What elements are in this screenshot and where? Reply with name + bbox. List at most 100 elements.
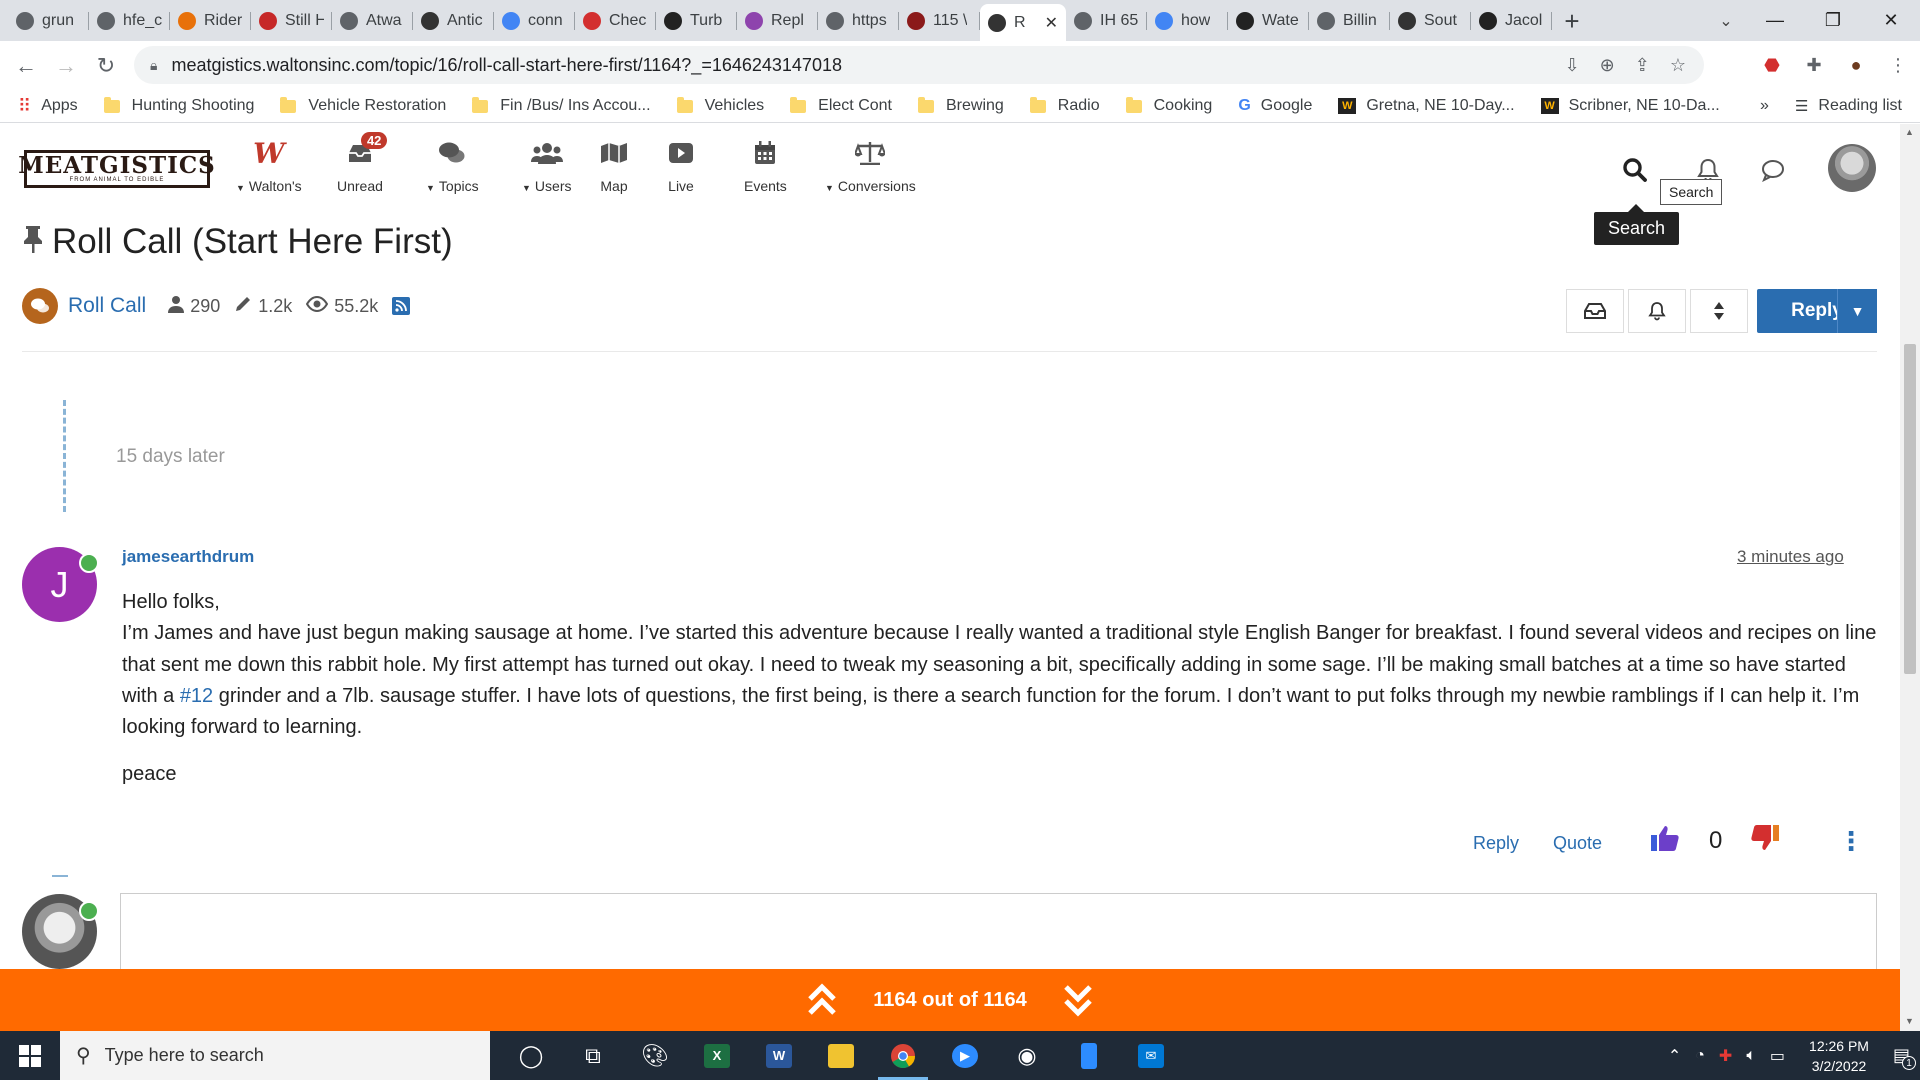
bookmark-item[interactable]: Vehicles bbox=[676, 96, 764, 115]
start-button[interactable] bbox=[0, 1031, 60, 1080]
excel-app-icon[interactable]: X bbox=[686, 1031, 748, 1080]
new-tab-button[interactable]: + bbox=[1552, 4, 1592, 38]
bookmark-item[interactable]: Hunting Shooting bbox=[103, 96, 254, 115]
paint-app-icon[interactable]: 🎨︎ bbox=[624, 1031, 686, 1080]
extensions-puzzle-icon[interactable]: ✚ bbox=[1802, 53, 1826, 77]
scroll-down-arrow-icon[interactable]: ▼ bbox=[1905, 1016, 1914, 1026]
close-tab-icon[interactable]: ✕ bbox=[1045, 13, 1058, 33]
reading-list-button[interactable]: Reading list bbox=[1818, 97, 1902, 115]
taskbar-search[interactable]: ⚲ Type here to search bbox=[60, 1031, 490, 1080]
forward-arrow-icon[interactable]: → bbox=[46, 46, 86, 86]
reply-dropdown-chevron-icon[interactable]: ▼ bbox=[1837, 289, 1877, 333]
nav-item-waltons[interactable]: W ▼ Walton's bbox=[236, 136, 302, 195]
site-logo[interactable]: MEATGISTICS FROM ANIMAL TO EDIBLE bbox=[18, 150, 215, 188]
browser-tab[interactable]: conn bbox=[494, 4, 575, 38]
browser-tab[interactable]: hfe_c bbox=[89, 4, 170, 38]
back-arrow-icon[interactable]: ← bbox=[6, 46, 46, 86]
cortana-icon[interactable]: ◯ bbox=[500, 1031, 562, 1080]
profile-avatar-icon[interactable]: ● bbox=[1844, 53, 1868, 77]
reading-list-icon[interactable]: ☰ bbox=[1795, 97, 1808, 115]
post-reply-link[interactable]: Reply bbox=[1473, 828, 1519, 858]
nav-item-events[interactable]: Events bbox=[744, 136, 787, 194]
nav-item-map[interactable]: Map bbox=[600, 136, 628, 194]
browser-tab[interactable]: Repl bbox=[737, 4, 818, 38]
browser-tab[interactable]: Atwa bbox=[332, 4, 413, 38]
zoom-icon[interactable]: ⊕ bbox=[1600, 55, 1615, 76]
taskbar-clock[interactable]: 12:26 PM 3/2/2022 bbox=[1809, 1036, 1869, 1076]
thumbs-down-icon[interactable] bbox=[1750, 824, 1780, 859]
browser-tab[interactable]: 115 \ bbox=[899, 4, 980, 38]
scrollbar-thumb[interactable] bbox=[1904, 344, 1916, 674]
post-link[interactable]: #12 bbox=[180, 685, 213, 707]
post-more-menu-icon[interactable]: ⋮ bbox=[1838, 826, 1864, 857]
progress-text[interactable]: 1164 out of 1164 bbox=[873, 989, 1026, 1012]
search-icon[interactable] bbox=[1615, 150, 1655, 190]
bookmark-item[interactable]: ⠿ Apps bbox=[18, 96, 78, 117]
bookmark-star-icon[interactable]: ☆ bbox=[1670, 55, 1686, 76]
browser-tab[interactable]: Rider bbox=[170, 4, 251, 38]
thumbs-up-icon[interactable] bbox=[1650, 824, 1680, 859]
lock-icon[interactable]: 🔒︎ bbox=[150, 57, 157, 74]
url-text[interactable]: meatgistics.waltonsinc.com/topic/16/roll… bbox=[171, 55, 842, 76]
zoom-app-icon[interactable]: ▶ bbox=[934, 1031, 996, 1080]
post-timestamp[interactable]: 3 minutes ago bbox=[1737, 547, 1844, 567]
browser-tab[interactable]: grun bbox=[8, 4, 89, 38]
bookmark-item[interactable]: Fin /Bus/ Ins Accou... bbox=[472, 96, 651, 115]
browser-tab[interactable]: R ✕ bbox=[980, 4, 1066, 41]
category-comments-icon[interactable] bbox=[22, 288, 58, 324]
phone-app-icon[interactable] bbox=[1058, 1031, 1120, 1080]
word-app-icon[interactable]: W bbox=[748, 1031, 810, 1080]
nav-item-unread[interactable]: 42 Unread bbox=[337, 132, 388, 194]
reload-icon[interactable]: ↻ bbox=[86, 46, 126, 86]
bookmarks-overflow-button[interactable]: » bbox=[1760, 97, 1769, 115]
bookmark-item[interactable]: Brewing bbox=[917, 96, 1004, 115]
chrome-app-icon[interactable] bbox=[872, 1031, 934, 1080]
user-avatar[interactable] bbox=[1828, 144, 1876, 192]
jump-to-top-chevrons-icon[interactable] bbox=[807, 983, 837, 1017]
bookmark-item[interactable]: Vehicle Restoration bbox=[280, 96, 446, 115]
maximize-button[interactable]: ❐ bbox=[1804, 0, 1862, 41]
browser-tab[interactable]: Chec bbox=[575, 4, 656, 38]
share-icon[interactable]: ⇪ bbox=[1635, 55, 1650, 76]
address-bar[interactable]: 🔒︎ meatgistics.waltonsinc.com/topic/16/r… bbox=[134, 46, 1704, 84]
browser-tab[interactable]: Antic bbox=[413, 4, 494, 38]
browser-tab[interactable]: how bbox=[1147, 4, 1228, 38]
tray-chevron-up-icon[interactable]: ⌃ bbox=[1668, 1046, 1681, 1066]
install-icon[interactable]: ⇩ bbox=[1565, 55, 1580, 76]
browser-tab[interactable]: Wate bbox=[1228, 4, 1309, 38]
file-explorer-icon[interactable] bbox=[810, 1031, 872, 1080]
page-scrollbar[interactable]: ▲ ▼ bbox=[1900, 124, 1920, 1031]
jump-to-bottom-chevrons-icon[interactable] bbox=[1063, 983, 1093, 1017]
sort-arrows-button[interactable] bbox=[1690, 289, 1748, 333]
browser-tab[interactable]: Turb bbox=[656, 4, 737, 38]
nav-item-topics[interactable]: ▼ Topics bbox=[426, 136, 479, 194]
chrome-menu-icon[interactable]: ⋮ bbox=[1886, 53, 1910, 77]
nav-item-conversions[interactable]: ▼ Conversions bbox=[825, 136, 916, 194]
nav-item-live[interactable]: Live bbox=[668, 136, 694, 194]
camera-app-icon[interactable]: ◉ bbox=[996, 1031, 1058, 1080]
volume-icon[interactable]: 🔈︎ bbox=[1746, 1047, 1756, 1065]
watch-bell-button[interactable] bbox=[1628, 289, 1686, 333]
bookmark-item[interactable]: Elect Cont bbox=[790, 96, 892, 115]
post-quote-link[interactable]: Quote bbox=[1553, 828, 1602, 858]
browser-tab[interactable]: Still H bbox=[251, 4, 332, 38]
browser-tab[interactable]: IH 65 bbox=[1066, 4, 1147, 38]
network-icon[interactable]: ◔ bbox=[1695, 1047, 1705, 1065]
tray-app-icon[interactable]: ✚ bbox=[1719, 1046, 1732, 1066]
close-window-button[interactable]: ✕ bbox=[1862, 0, 1920, 41]
adblock-icon[interactable]: ⬣ bbox=[1760, 53, 1784, 77]
tab-search-chevron-icon[interactable]: ⌄ bbox=[1706, 0, 1746, 41]
browser-tab[interactable]: Sout bbox=[1390, 4, 1471, 38]
bookmark-item[interactable]: Radio bbox=[1029, 96, 1100, 115]
inbox-tray-button[interactable] bbox=[1566, 289, 1624, 333]
category-link[interactable]: Roll Call bbox=[68, 294, 146, 318]
minimize-button[interactable]: — bbox=[1746, 0, 1804, 41]
nav-item-users[interactable]: ▼ Users bbox=[522, 136, 571, 194]
post-username[interactable]: jamesearthdrum bbox=[122, 547, 254, 567]
notification-center-icon[interactable]: ▤ 1 bbox=[1893, 1045, 1916, 1070]
browser-tab[interactable]: https bbox=[818, 4, 899, 38]
bookmark-item[interactable]: G Google bbox=[1238, 97, 1312, 115]
scroll-up-arrow-icon[interactable]: ▲ bbox=[1905, 127, 1914, 137]
browser-tab[interactable]: Billin bbox=[1309, 4, 1390, 38]
chat-icon[interactable] bbox=[1753, 150, 1793, 190]
